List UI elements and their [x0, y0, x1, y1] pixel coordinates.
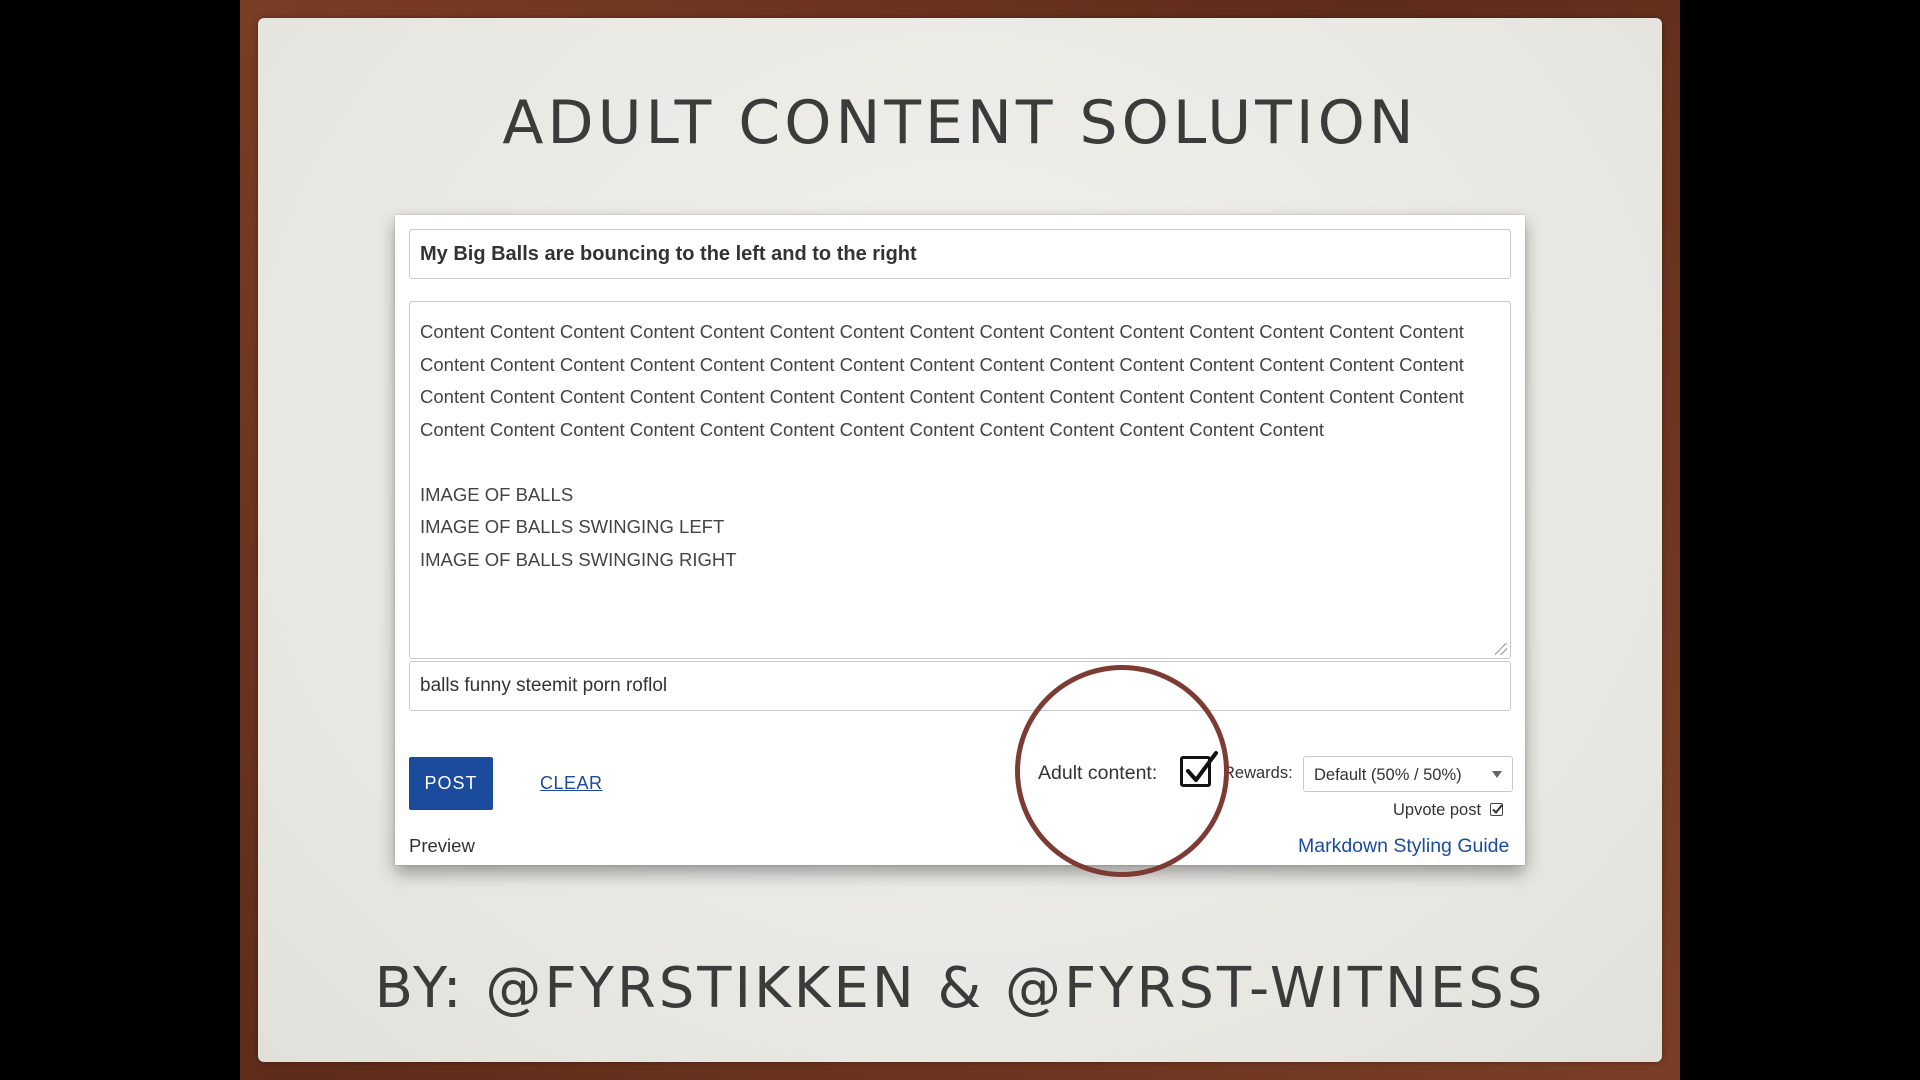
- adult-content-checkbox[interactable]: [1180, 751, 1218, 787]
- resize-handle-icon[interactable]: [1495, 643, 1507, 655]
- chevron-down-icon: [1492, 771, 1502, 778]
- body-blank-line: [420, 446, 1500, 479]
- upvote-post-checkbox[interactable]: [1490, 803, 1503, 816]
- markdown-styling-guide-link[interactable]: Markdown Styling Guide: [1298, 835, 1509, 858]
- post-editor-panel: My Big Balls are bouncing to the left an…: [395, 215, 1525, 865]
- tags-input[interactable]: balls funny steemit porn roflol: [409, 661, 1511, 711]
- upvote-post-label: Upvote post: [1393, 801, 1482, 819]
- rewards-selected-value: Default (50% / 50%): [1314, 766, 1462, 784]
- checkmark-icon: [1186, 751, 1218, 782]
- preview-label: Preview: [409, 835, 475, 856]
- post-button[interactable]: POST: [409, 757, 493, 810]
- rewards-select[interactable]: Default (50% / 50%): [1303, 756, 1513, 792]
- post-title-input[interactable]: My Big Balls are bouncing to the left an…: [409, 229, 1511, 279]
- post-body-textarea[interactable]: Content Content Content Content Content …: [409, 301, 1511, 659]
- slide-byline: BY: @FYRSTIKKEN & @FYRST-WITNESS: [374, 956, 1546, 1021]
- body-line: IMAGE OF BALLS: [420, 483, 574, 505]
- rewards-label: Rewards:: [1223, 764, 1293, 782]
- body-line: IMAGE OF BALLS SWINGING RIGHT: [420, 548, 737, 570]
- adult-content-label: Adult content:: [1038, 762, 1158, 784]
- checkmark-icon: [1492, 804, 1503, 814]
- body-paragraph: Content Content Content Content Content …: [420, 321, 1464, 440]
- clear-link[interactable]: CLEAR: [540, 773, 603, 794]
- body-line: IMAGE OF BALLS SWINGING LEFT: [420, 516, 725, 537]
- slide-title: ADULT CONTENT SOLUTION: [502, 88, 1418, 158]
